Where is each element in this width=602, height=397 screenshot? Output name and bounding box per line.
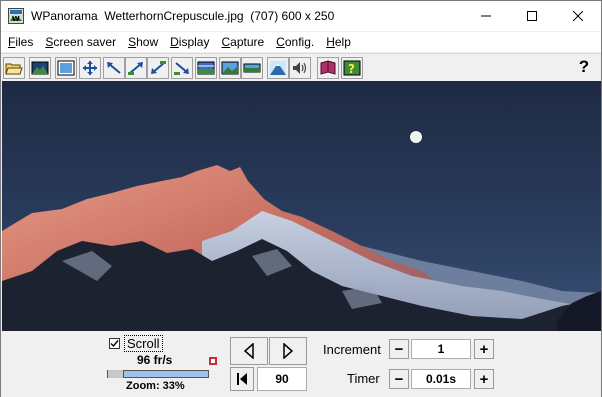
panorama-viewport[interactable] (2, 81, 601, 331)
menu-display-rest: isplay (178, 35, 210, 49)
menu-display[interactable]: Display (164, 32, 215, 52)
toolbar: ? ? (1, 53, 601, 80)
menu-capture-accel: C (221, 35, 231, 49)
svg-text:W: W (12, 15, 20, 23)
close-button[interactable] (555, 1, 601, 31)
menu-bar: Files Screen saver Show Display Capture … (1, 32, 601, 52)
moon (410, 131, 422, 143)
menu-capture[interactable]: Capture (215, 32, 270, 52)
skip-start-icon (237, 373, 247, 385)
zoom-slider-thumb[interactable] (108, 370, 123, 378)
maximize-button[interactable] (509, 1, 555, 31)
move-up-right-button[interactable] (125, 57, 147, 79)
triangle-left-icon (243, 343, 254, 359)
menu-help-rest: elp (334, 35, 351, 49)
open-file-button[interactable] (3, 57, 25, 79)
minimize-button[interactable] (463, 1, 509, 31)
view-mode-2-button[interactable] (219, 57, 241, 79)
menu-files[interactable]: Files (1, 32, 39, 52)
next-button[interactable] (269, 337, 307, 365)
menu-files-rest: iles (15, 35, 34, 49)
context-help-button[interactable]: ? (573, 55, 595, 79)
menu-config-rest: onfig. (284, 35, 315, 49)
help-book-button[interactable] (317, 57, 339, 79)
move-down-left-button[interactable] (147, 57, 169, 79)
title-bar[interactable]: W WPanorama WetterhornCrepuscule.jpg (70… (1, 1, 601, 31)
speaker-icon (293, 62, 307, 74)
first-frame-button[interactable] (230, 367, 254, 391)
menu-help-accel: H (326, 35, 335, 49)
menu-show-accel: S (128, 35, 137, 49)
timer-value[interactable]: 0.01s (411, 369, 471, 389)
menu-screen-saver-rest: creen saver (53, 35, 117, 49)
landscape-view-icon (221, 61, 239, 75)
menu-config[interactable]: Config. (270, 32, 320, 52)
about-button[interactable]: ? (341, 57, 363, 79)
control-panel: Scroll 96 fr/s Zoom: 33% 90 Increment − … (1, 331, 601, 397)
window-title: WPanorama WetterhornCrepuscule.jpg (707)… (31, 9, 335, 23)
close-icon (573, 11, 583, 21)
increment-value[interactable]: 1 (411, 339, 471, 359)
fit-window-icon (57, 60, 75, 76)
svg-text:?: ? (348, 62, 355, 76)
timer-label: Timer (347, 371, 380, 386)
landscape-image-icon (31, 61, 49, 75)
menu-help[interactable]: Help (320, 32, 357, 52)
zoom-slider-fill (123, 371, 208, 377)
previous-button[interactable] (230, 337, 268, 365)
increment-plus-button[interactable]: + (474, 339, 494, 359)
diagonal-arrow-up-icon (128, 62, 143, 75)
move-down-right-button[interactable] (171, 57, 193, 79)
increment-label: Increment (323, 342, 381, 357)
book-icon (320, 60, 336, 75)
menu-config-accel: C (276, 35, 285, 49)
frame-value: 90 (257, 367, 307, 391)
zoom-label: Zoom: 33% (126, 380, 185, 392)
scroll-checkbox[interactable] (109, 338, 120, 349)
view-mode-3-button[interactable] (241, 57, 263, 79)
app-icon: W (8, 8, 24, 24)
horizon-view-icon (243, 63, 261, 73)
view-mode-1-button[interactable] (195, 57, 217, 79)
menu-display-accel: D (170, 35, 179, 49)
checkmark-icon (110, 340, 119, 348)
panorama-view-icon (197, 61, 215, 75)
menu-screen-saver[interactable]: Screen saver (39, 32, 122, 52)
open-folder-icon (5, 63, 23, 75)
move-left-button[interactable] (103, 57, 125, 79)
stop-record-icon[interactable] (209, 357, 217, 365)
menu-show-rest: how (136, 35, 159, 49)
expand-arrows-icon (83, 61, 97, 75)
panorama-image-button[interactable] (29, 57, 51, 79)
frame-rate: 96 fr/s (137, 353, 173, 367)
increment-minus-button[interactable]: − (389, 339, 409, 359)
app-window: W WPanorama WetterhornCrepuscule.jpg (70… (0, 0, 602, 397)
panorama-image (2, 81, 601, 331)
diagonal-arrow-down-right-icon (174, 62, 189, 75)
zoom-slider[interactable] (107, 370, 209, 378)
timer-minus-button[interactable]: − (389, 369, 409, 389)
timer-plus-button[interactable]: + (474, 369, 494, 389)
mountain-icon (270, 61, 286, 75)
menu-show[interactable]: Show (122, 32, 164, 52)
slideshow-button[interactable] (267, 57, 289, 79)
sound-button[interactable] (289, 57, 311, 79)
diagonal-arrow-icon (107, 62, 121, 74)
expand-button[interactable] (79, 57, 101, 79)
triangle-right-icon (283, 343, 294, 359)
fit-window-button[interactable] (55, 57, 77, 79)
menu-capture-rest: apture (230, 35, 265, 49)
scroll-label[interactable]: Scroll (124, 335, 163, 352)
minimize-icon (481, 15, 491, 17)
diagonal-arrow-down-icon (151, 61, 166, 74)
maximize-icon (527, 11, 537, 21)
question-image-icon: ? (343, 60, 361, 76)
